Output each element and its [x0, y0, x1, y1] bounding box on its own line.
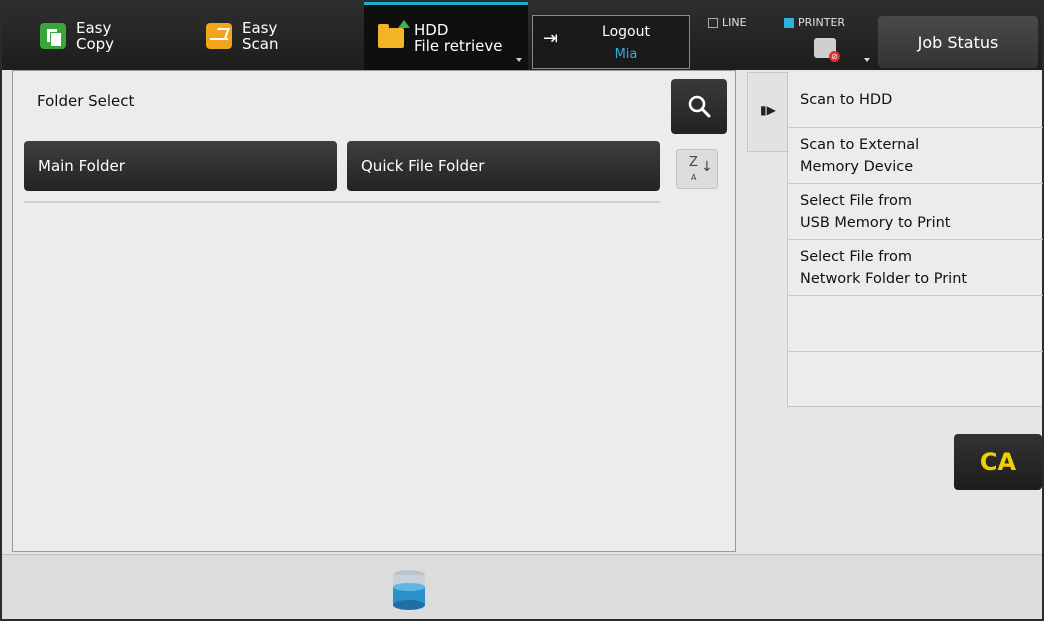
- sort-button[interactable]: Z A ↓: [676, 149, 718, 189]
- line-status: LINE: [708, 16, 747, 29]
- wireless-disabled-icon[interactable]: ⊘: [814, 38, 840, 62]
- quick-file-folder-button[interactable]: Quick File Folder: [347, 141, 660, 191]
- hdd-label-2: File retrieve: [414, 36, 503, 55]
- dropdown-triangle-icon: [516, 58, 522, 62]
- clear-all-button[interactable]: CA: [954, 434, 1042, 490]
- hdd-label-1: HDD: [414, 20, 449, 39]
- collapse-arrow-icon: ▮▶: [760, 103, 776, 117]
- folder-icon: [378, 19, 410, 48]
- easy-scan-label-1: Easy: [242, 19, 278, 37]
- menu-item-network-print[interactable]: Select File from Network Folder to Print: [788, 240, 1043, 296]
- logged-in-user: Mia: [614, 47, 638, 62]
- page-title: Folder Select: [37, 92, 135, 110]
- app-frame: Easy Copy Easy Scan HDD File retrieve ⇥ …: [0, 0, 1044, 621]
- menu-item-scan-to-external[interactable]: Scan to External Memory Device: [788, 128, 1043, 184]
- menu-item-empty: [788, 296, 1043, 352]
- menu-item-label: Scan to HDD: [800, 91, 893, 108]
- sort-a-label: A: [691, 173, 697, 182]
- printer-indicator-icon: [784, 17, 794, 28]
- bottom-bar: [2, 554, 1042, 619]
- sort-z-label: Z: [689, 155, 698, 170]
- divider: [24, 201, 660, 203]
- line-status-label: LINE: [722, 16, 747, 29]
- search-icon: [688, 95, 711, 118]
- scan-icon: [206, 23, 232, 49]
- easy-scan-button[interactable]: Easy Scan: [206, 2, 278, 70]
- easy-copy-label-1: Easy: [76, 19, 112, 37]
- copy-icon: [40, 23, 66, 49]
- easy-copy-button[interactable]: Easy Copy: [40, 2, 114, 70]
- top-bar: Easy Copy Easy Scan HDD File retrieve ⇥ …: [2, 2, 1042, 70]
- menu-item-label: Scan to External Memory Device: [800, 136, 920, 175]
- side-menu-toggle[interactable]: ▮▶: [747, 72, 787, 152]
- side-menu: Scan to HDD Scan to External Memory Devi…: [787, 72, 1043, 408]
- printer-status-label: PRINTER: [798, 16, 846, 29]
- menu-item-label: Select File from USB Memory to Print: [800, 192, 951, 231]
- search-button[interactable]: [671, 79, 727, 134]
- toner-icon[interactable]: [391, 569, 427, 611]
- error-badge-icon: ⊘: [829, 51, 840, 62]
- menu-item-usb-print[interactable]: Select File from USB Memory to Print: [788, 184, 1043, 240]
- printer-status: PRINTER: [784, 16, 845, 29]
- sort-arrow-icon: ↓: [701, 159, 713, 175]
- logout-label: Logout: [602, 24, 650, 40]
- easy-copy-label-2: Copy: [76, 35, 115, 53]
- status-dropdown-icon[interactable]: [864, 58, 870, 62]
- easy-scan-label-2: Scan: [242, 35, 279, 53]
- hdd-file-retrieve-button[interactable]: HDD File retrieve: [364, 2, 528, 70]
- menu-item-scan-to-hdd[interactable]: Scan to HDD: [788, 72, 1043, 128]
- logout-button[interactable]: ⇥ Logout Mia: [532, 15, 690, 69]
- folder-select-panel: Folder Select Z A ↓ Main Folder Quick Fi…: [12, 70, 736, 552]
- main-folder-button[interactable]: Main Folder: [24, 141, 337, 191]
- job-status-button[interactable]: Job Status: [878, 16, 1038, 68]
- menu-item-empty: [788, 352, 1043, 408]
- line-indicator-icon: [708, 17, 718, 28]
- menu-item-label: Select File from Network Folder to Print: [800, 248, 968, 287]
